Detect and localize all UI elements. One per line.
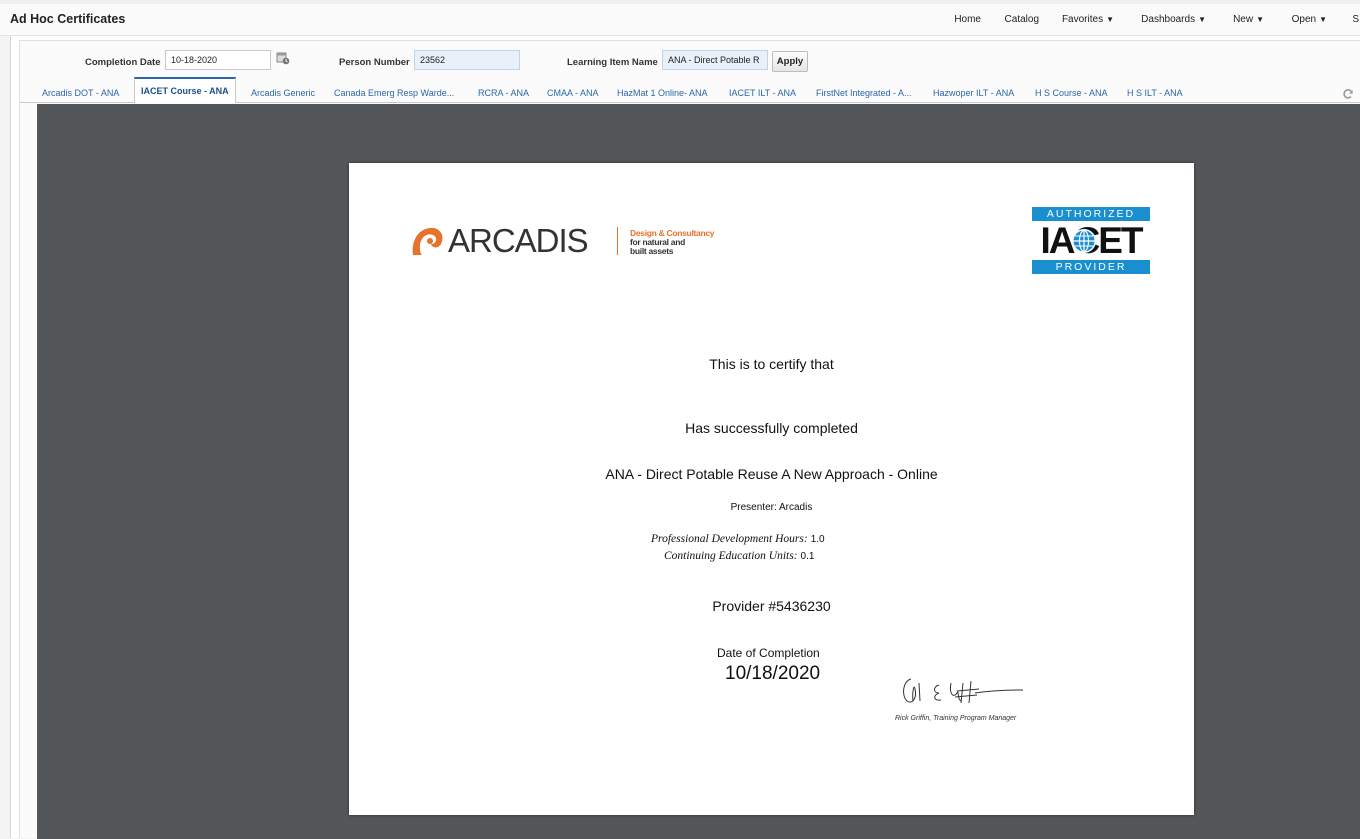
tab-iacet-ilt[interactable]: IACET ILT - ANA (729, 88, 796, 98)
course-name: ANA - Direct Potable Reuse A New Approac… (605, 466, 938, 482)
presenter-line: Presenter: Arcadis (349, 502, 1194, 513)
top-header: Ad Hoc Certificates Home Catalog Favorit… (0, 0, 1360, 36)
tab-rcra[interactable]: RCRA - ANA (478, 88, 529, 98)
globe-icon (1072, 229, 1096, 253)
provider-number: Provider #5436230 (712, 598, 831, 614)
arcadis-emblem-icon (412, 227, 443, 255)
certificate: ARCADIS Design & Consultancy for natural… (349, 163, 1194, 815)
ceu-value: 0.1 (800, 551, 815, 562)
pdh-label: Professional Development Hours: (651, 533, 808, 545)
tab-hs-ilt[interactable]: H S ILT - ANA (1127, 88, 1183, 98)
apply-button[interactable]: Apply (772, 51, 808, 72)
learning-item-input[interactable] (662, 50, 768, 70)
nav-new-label: New (1233, 14, 1254, 25)
signature-image (903, 678, 1024, 704)
completion-date-label: Completion Date (85, 57, 161, 68)
tab-hs-course[interactable]: H S Course - ANA (1035, 88, 1108, 98)
tab-iacet-course[interactable]: IACET Course - ANA (134, 77, 236, 103)
arcadis-logo: ARCADIS Design & Consultancy for natural… (410, 223, 720, 259)
iacet-badge-bottom: PROVIDER (1032, 260, 1150, 274)
tab-hazmat-online[interactable]: HazMat 1 Online- ANA (617, 88, 708, 98)
nav-overflow[interactable]: S (1352, 14, 1359, 25)
date-of-completion-label: Date of Completion (717, 646, 820, 660)
presenter-value: Arcadis (779, 502, 813, 513)
nav-favorites-label: Favorites (1061, 14, 1104, 25)
ceu-label: Continuing Education Units: (664, 550, 798, 562)
tab-canada-emerg[interactable]: Canada Emerg Resp Warde... (334, 88, 454, 98)
pdh-value: 1.0 (810, 534, 825, 545)
tab-arcadis-dot[interactable]: Arcadis DOT - ANA (42, 88, 119, 98)
tab-cmaa[interactable]: CMAA - ANA (547, 88, 599, 98)
nav-favorites[interactable]: Favorites ▼ (1062, 14, 1114, 25)
page-title: Ad Hoc Certificates (10, 12, 126, 26)
caret-down-icon: ▼ (1256, 15, 1264, 24)
dashboard-page: Completion Date Person Number Learning I… (19, 40, 1360, 839)
caret-down-icon: ▼ (1106, 15, 1114, 24)
caret-down-icon: ▼ (1198, 15, 1206, 24)
tab-firstnet[interactable]: FirstNet Integrated - A... (816, 88, 912, 98)
presenter-label: Presenter: (730, 502, 777, 513)
nav-catalog[interactable]: Catalog (1005, 14, 1039, 25)
dashboard-frame: Completion Date Person Number Learning I… (10, 36, 1360, 839)
caret-down-icon: ▼ (1319, 15, 1327, 24)
completion-date-input[interactable] (165, 50, 271, 70)
tab-hazwoper-ilt[interactable]: Hazwoper ILT - ANA (933, 88, 1014, 98)
nav-home[interactable]: Home (954, 14, 981, 25)
signer-caption: Rick Griffin, Training Program Manager (895, 715, 1017, 722)
tab-arcadis-generic[interactable]: Arcadis Generic (251, 88, 315, 98)
nav-open[interactable]: Open ▼ (1292, 14, 1327, 25)
date-of-completion-value: 10/18/2020 (725, 663, 821, 684)
report-viewer: ARCADIS Design & Consultancy for natural… (37, 104, 1360, 839)
certify-text: This is to certify that (709, 356, 834, 372)
pdh-line: Professional Development Hours: 1.0 (651, 533, 825, 545)
logo-divider (617, 227, 618, 255)
calendar-icon[interactable] (276, 51, 290, 65)
nav-new[interactable]: New ▼ (1233, 14, 1264, 25)
learning-item-label: Learning Item Name (567, 57, 658, 68)
ceu-line: Continuing Education Units: 0.1 (664, 550, 814, 562)
arcadis-tagline-3: built assets (630, 246, 674, 256)
iacet-badge-top: AUTHORIZED (1032, 207, 1150, 221)
nav-dashboards[interactable]: Dashboards ▼ (1141, 14, 1206, 25)
refresh-icon[interactable] (1342, 88, 1354, 100)
completed-text: Has successfully completed (685, 420, 858, 436)
nav-open-label: Open (1291, 14, 1317, 25)
iacet-badge: AUTHORIZED IACET PROVIDER (1032, 207, 1150, 274)
person-number-input[interactable] (414, 50, 520, 70)
person-number-label: Person Number (339, 57, 410, 68)
arcadis-wordmark: ARCADIS (448, 222, 589, 259)
nav-dashboards-label: Dashboards (1141, 14, 1196, 25)
tab-bar: Arcadis DOT - ANA IACET Course - ANA Arc… (20, 76, 1360, 103)
